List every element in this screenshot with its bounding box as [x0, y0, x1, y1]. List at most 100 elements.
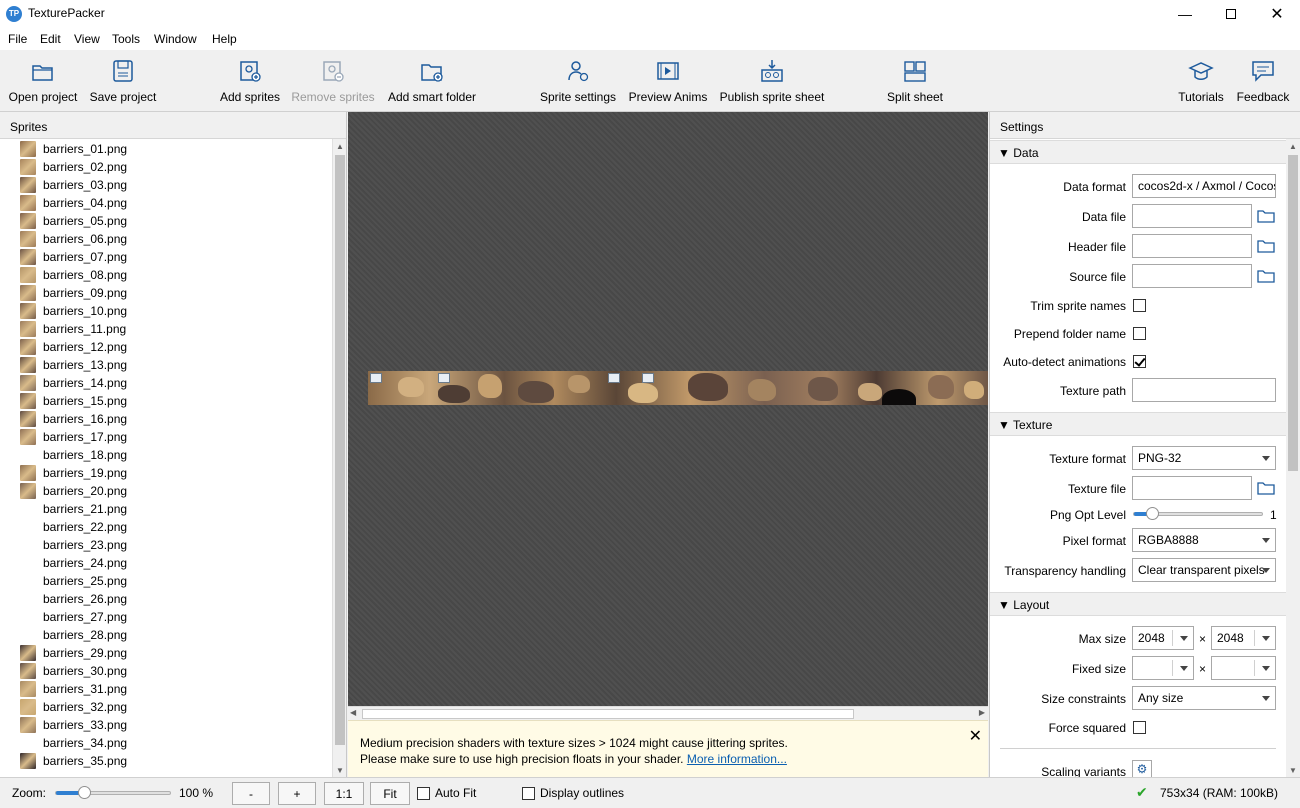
- maximize-button[interactable]: [1208, 0, 1254, 28]
- sprite-list-item[interactable]: barriers_07.png: [20, 248, 127, 266]
- sprite-list-item[interactable]: barriers_31.png: [20, 680, 127, 698]
- folder-icon[interactable]: [1257, 208, 1275, 224]
- zoom-one-to-one-button[interactable]: 1:1: [324, 782, 364, 805]
- sprite-list-item[interactable]: barriers_24.png: [20, 554, 127, 572]
- texture-path-input[interactable]: [1132, 378, 1276, 402]
- sprite-list-item[interactable]: barriers_20.png: [20, 482, 127, 500]
- folder-icon[interactable]: [1257, 480, 1275, 496]
- prepend-folder-name-checkbox[interactable]: [1133, 327, 1146, 340]
- sprite-list-item[interactable]: barriers_08.png: [20, 266, 127, 284]
- close-notice-icon[interactable]: ✕: [969, 726, 982, 746]
- canvas-horizontal-scrollbar[interactable]: ◀ ▶: [348, 706, 988, 720]
- scroll-right-icon[interactable]: ▶: [979, 708, 985, 717]
- add-smart-folder-button[interactable]: Add smart folder: [384, 54, 480, 108]
- sprite-list-item[interactable]: barriers_17.png: [20, 428, 127, 446]
- minimize-button[interactable]: —: [1162, 0, 1208, 28]
- sprite-list-item[interactable]: barriers_06.png: [20, 230, 127, 248]
- size-constraints-select[interactable]: Any size: [1132, 686, 1276, 710]
- header-file-input[interactable]: [1132, 234, 1252, 258]
- scroll-down-icon[interactable]: ▼: [1286, 763, 1300, 777]
- split-sheet-button[interactable]: Split sheet: [884, 54, 946, 108]
- open-project-button[interactable]: Open project: [6, 54, 80, 108]
- source-file-input[interactable]: [1132, 264, 1252, 288]
- settings-scrollbar[interactable]: ▲ ▼: [1286, 139, 1300, 777]
- zoom-slider[interactable]: [55, 791, 171, 795]
- menu-file[interactable]: File: [8, 32, 27, 46]
- sprite-list-item[interactable]: barriers_34.png: [20, 734, 127, 752]
- trim-sprite-names-checkbox[interactable]: [1133, 299, 1146, 312]
- sprite-list-item[interactable]: barriers_21.png: [20, 500, 127, 518]
- publish-sprite-sheet-button[interactable]: Publish sprite sheet: [718, 54, 826, 108]
- sprite-list-item[interactable]: barriers_28.png: [20, 626, 127, 644]
- canvas-hscroll-thumb[interactable]: [362, 709, 854, 719]
- sprite-list-item[interactable]: barriers_15.png: [20, 392, 127, 410]
- sprite-list-item[interactable]: barriers_25.png: [20, 572, 127, 590]
- menu-tools[interactable]: Tools: [112, 32, 140, 46]
- sprite-list-item[interactable]: barriers_11.png: [20, 320, 126, 338]
- sprite-list-item[interactable]: barriers_01.png: [20, 140, 127, 158]
- sprite-list-item[interactable]: barriers_32.png: [20, 698, 127, 716]
- scroll-down-icon[interactable]: ▼: [333, 763, 347, 777]
- close-window-button[interactable]: ✕: [1254, 0, 1300, 28]
- sprite-list-item[interactable]: barriers_27.png: [20, 608, 127, 626]
- sprite-list-item[interactable]: barriers_09.png: [20, 284, 127, 302]
- sprite-list-item[interactable]: barriers_18.png: [20, 446, 127, 464]
- zoom-in-button[interactable]: +: [278, 782, 316, 805]
- sprite-list-item[interactable]: barriers_14.png: [20, 374, 127, 392]
- save-project-button[interactable]: Save project: [88, 54, 158, 108]
- texture-section-header[interactable]: ▼ Texture: [990, 412, 1286, 436]
- transparency-handling-select[interactable]: Clear transparent pixels: [1132, 558, 1276, 582]
- more-information-link[interactable]: More information...: [687, 752, 787, 766]
- texture-file-input[interactable]: [1132, 476, 1252, 500]
- sprite-list-item[interactable]: barriers_03.png: [20, 176, 127, 194]
- sprite-settings-button[interactable]: Sprite settings: [538, 54, 618, 108]
- settings-scroll-thumb[interactable]: [1288, 155, 1298, 471]
- max-height-select[interactable]: 2048: [1211, 626, 1276, 650]
- auto-detect-animations-checkbox[interactable]: [1133, 355, 1146, 368]
- preview-anims-button[interactable]: Preview Anims: [626, 54, 710, 108]
- fixed-width-select[interactable]: [1132, 656, 1194, 680]
- sprite-list-item[interactable]: barriers_35.png: [20, 752, 127, 770]
- pixel-format-select[interactable]: RGBA8888: [1132, 528, 1276, 552]
- zoom-out-button[interactable]: -: [232, 782, 270, 805]
- menu-edit[interactable]: Edit: [40, 32, 61, 46]
- sprite-list-item[interactable]: barriers_33.png: [20, 716, 127, 734]
- sprite-list[interactable]: barriers_01.png barriers_02.png barriers_0…: [0, 139, 333, 777]
- scroll-up-icon[interactable]: ▲: [1286, 139, 1300, 153]
- menu-window[interactable]: Window: [154, 32, 197, 46]
- sprite-list-item[interactable]: barriers_05.png: [20, 212, 127, 230]
- add-sprites-button[interactable]: Add sprites: [216, 54, 284, 108]
- folder-icon[interactable]: [1257, 268, 1275, 284]
- sprite-list-scroll-thumb[interactable]: [335, 155, 345, 745]
- auto-fit-checkbox[interactable]: [417, 787, 430, 800]
- scroll-up-icon[interactable]: ▲: [333, 139, 347, 153]
- remove-sprites-button[interactable]: Remove sprites: [290, 54, 376, 108]
- sprite-list-item[interactable]: barriers_13.png: [20, 356, 127, 374]
- layout-section-header[interactable]: ▼ Layout: [990, 592, 1286, 616]
- sprite-list-item[interactable]: barriers_19.png: [20, 464, 127, 482]
- menu-help[interactable]: Help: [212, 32, 237, 46]
- force-squared-checkbox[interactable]: [1133, 721, 1146, 734]
- tutorials-button[interactable]: Tutorials: [1174, 54, 1228, 108]
- sprite-list-item[interactable]: barriers_10.png: [20, 302, 127, 320]
- zoom-fit-button[interactable]: Fit: [370, 782, 410, 805]
- sprite-list-item[interactable]: barriers_12.png: [20, 338, 127, 356]
- png-opt-level-knob[interactable]: [1145, 507, 1159, 520]
- folder-icon[interactable]: [1257, 238, 1275, 254]
- sprite-list-item[interactable]: barriers_04.png: [20, 194, 127, 212]
- sprite-list-item[interactable]: barriers_29.png: [20, 644, 127, 662]
- data-format-field[interactable]: cocos2d-x / Axmol / Cocos: [1132, 174, 1276, 198]
- menu-view[interactable]: View: [74, 32, 100, 46]
- display-outlines-checkbox[interactable]: [522, 787, 535, 800]
- sprite-list-item[interactable]: barriers_23.png: [20, 536, 127, 554]
- sprite-list-item[interactable]: barriers_26.png: [20, 590, 127, 608]
- texture-format-select[interactable]: PNG-32: [1132, 446, 1276, 470]
- data-file-input[interactable]: [1132, 204, 1252, 228]
- zoom-slider-knob[interactable]: [78, 786, 91, 799]
- sprite-sheet-canvas[interactable]: [348, 112, 988, 706]
- scroll-left-icon[interactable]: ◀: [350, 708, 356, 717]
- max-width-select[interactable]: 2048: [1132, 626, 1194, 650]
- sprite-list-item[interactable]: barriers_30.png: [20, 662, 127, 680]
- data-section-header[interactable]: ▼ Data: [990, 140, 1286, 164]
- sprite-list-item[interactable]: barriers_16.png: [20, 410, 127, 428]
